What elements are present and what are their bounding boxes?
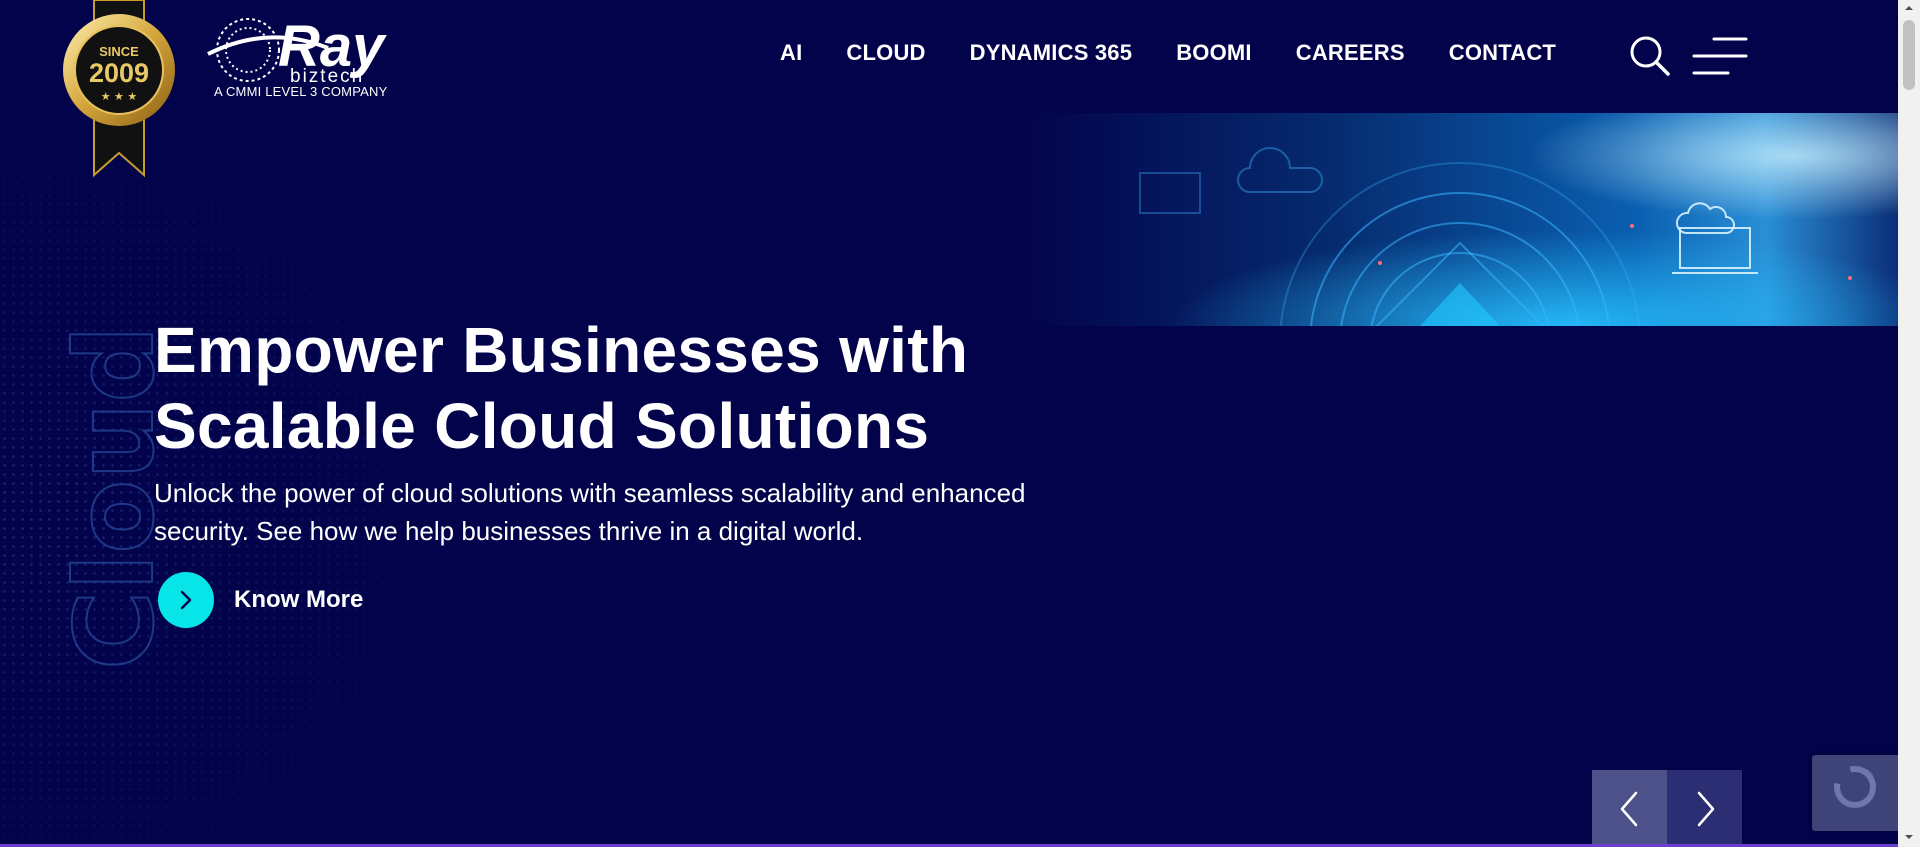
recaptcha-badge[interactable] <box>1812 755 1898 831</box>
scrollbar-thumb[interactable] <box>1903 20 1915 90</box>
know-more-label: Know More <box>234 586 364 613</box>
vertical-outline-word: Cloud <box>52 310 179 671</box>
since-2009-badge: SINCE 2009 ★ ★ ★ <box>60 0 178 178</box>
chevron-left-icon <box>1620 791 1637 826</box>
hero-subtitle-line-1: Unlock the power of cloud solutions with… <box>154 478 1026 508</box>
page-scrollbar[interactable] <box>1898 0 1920 847</box>
hero-title: Empower Businesses with Scalable Cloud S… <box>154 312 1054 464</box>
hero-subtitle: Unlock the power of cloud solutions with… <box>154 474 1054 550</box>
nav-item-ai[interactable]: AI <box>780 40 802 66</box>
logo-tagline: A CMMI LEVEL 3 COMPANY <box>214 84 388 99</box>
slider-prev-button[interactable] <box>1592 770 1667 847</box>
nav-item-dynamics-365[interactable]: DYNAMICS 365 <box>970 40 1133 66</box>
scroll-down-arrow-icon[interactable] <box>1904 832 1914 842</box>
site-header: SINCE 2009 ★ ★ ★ Ray biztech A CMMI LEVE… <box>0 0 1898 178</box>
hamburger-menu-icon[interactable] <box>1692 34 1748 78</box>
chevron-right-icon <box>158 572 214 628</box>
nav-item-cloud[interactable]: CLOUD <box>846 40 925 66</box>
badge-since-text: SINCE <box>99 44 139 59</box>
main-navigation: AI CLOUD DYNAMICS 365 BOOMI CAREERS CONT… <box>780 40 1600 66</box>
hero-subtitle-line-2: security. See how we help businesses thr… <box>154 516 864 546</box>
vertical-word-text: Cloud <box>53 325 160 670</box>
search-icon[interactable] <box>1628 34 1672 78</box>
hero-title-line-1: Empower Businesses with <box>154 314 969 386</box>
scroll-up-arrow-icon[interactable] <box>1904 3 1914 13</box>
recaptcha-icon <box>1834 766 1876 808</box>
nav-item-contact[interactable]: CONTACT <box>1449 40 1556 66</box>
badge-year-text: 2009 <box>89 58 149 88</box>
nav-item-careers[interactable]: CAREERS <box>1296 40 1405 66</box>
svg-text:★ ★ ★: ★ ★ ★ <box>101 90 138 103</box>
nav-item-boomi[interactable]: BOOMI <box>1176 40 1252 66</box>
hero-title-line-2: Scalable Cloud Solutions <box>154 390 930 462</box>
chevron-right-icon <box>1697 791 1714 826</box>
slider-next-button[interactable] <box>1667 770 1742 847</box>
know-more-button[interactable]: Know More <box>158 572 363 628</box>
page: SINCE 2009 ★ ★ ★ Ray biztech A CMMI LEVE… <box>0 0 1898 847</box>
hero-banner-image <box>1020 113 1898 326</box>
